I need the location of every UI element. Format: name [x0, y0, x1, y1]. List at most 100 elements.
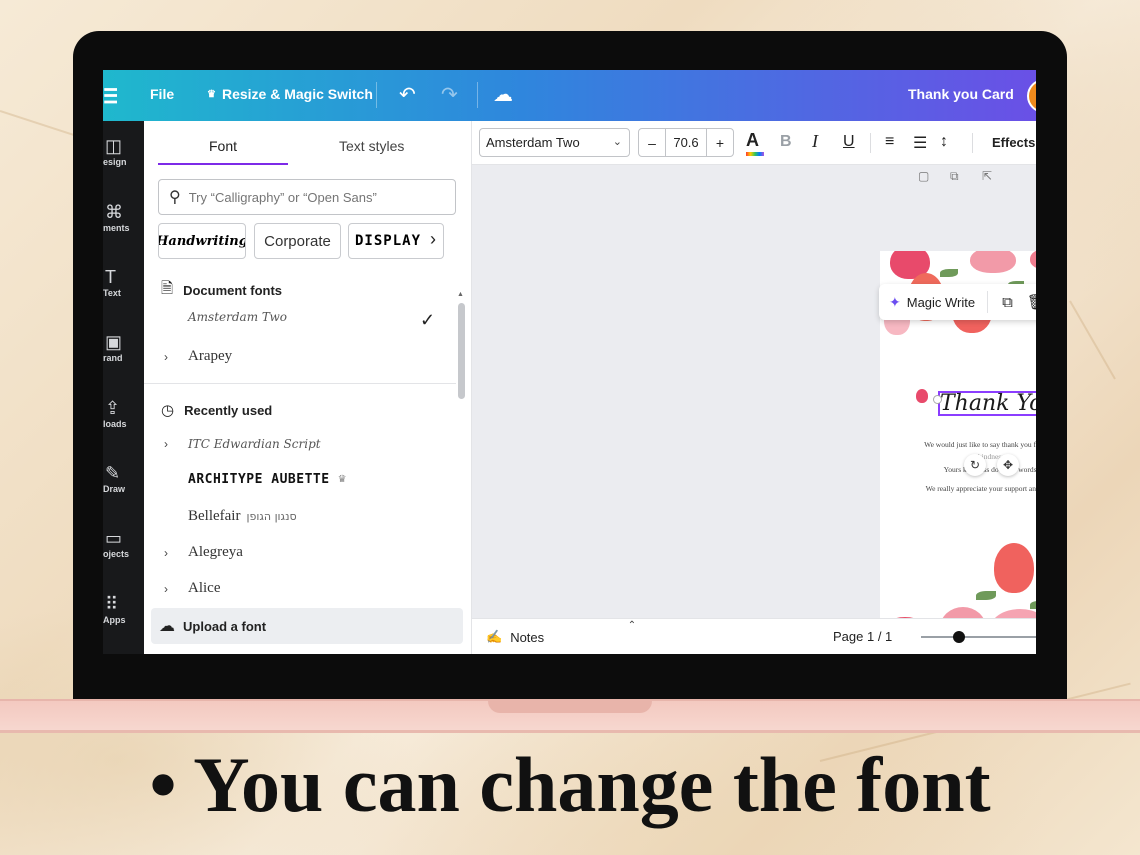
rotate-icon[interactable]: ↻: [964, 454, 986, 476]
leaf-decoration: [976, 591, 996, 600]
trash-icon[interactable]: 🗑: [1027, 293, 1036, 311]
rail-item-projects[interactable]: ▭ ojects: [103, 527, 144, 559]
font-size-stepper[interactable]: – 70.6 +: [638, 128, 734, 157]
underline-button[interactable]: U: [843, 133, 855, 151]
recently-used-label: Recently used: [184, 402, 273, 418]
rail-label: ments: [103, 223, 130, 233]
page-add-icon[interactable]: ⇱: [982, 169, 992, 183]
flower-decoration: [970, 251, 1016, 273]
increase-size-button[interactable]: +: [707, 135, 733, 151]
page-indicator[interactable]: Page 1 / 1: [833, 629, 892, 644]
upload-font-button[interactable]: ☁ Upload a font: [151, 608, 463, 644]
font-list-scrollbar[interactable]: ▲ ▼: [457, 291, 465, 649]
active-tab-indicator: [158, 163, 288, 165]
document-title[interactable]: Thank you Card: [908, 86, 1014, 102]
font-item-alegreya[interactable]: › Alegreya: [164, 544, 243, 561]
magic-write-button[interactable]: ✦ Magic Write: [879, 291, 989, 313]
laptop-notch: [488, 699, 652, 713]
font-family-value: Amsterdam Two: [486, 135, 580, 150]
list-icon[interactable]: ☰: [913, 133, 927, 153]
page-lock-icon[interactable]: ▢: [918, 169, 929, 183]
apps-grid-icon: ⠿: [105, 594, 119, 614]
rail-label: ojects: [103, 549, 130, 559]
font-search-box[interactable]: ⚲: [158, 179, 456, 215]
menu-icon[interactable]: ☰: [103, 84, 117, 109]
card-text-line[interactable]: We would just like to say thank you for …: [880, 440, 1036, 449]
text-toolbar: Amsterdam Two ⌄ – 70.6 + A B I U ≡ ☰ ↕ E…: [472, 121, 1036, 165]
flower-decoration: [916, 389, 928, 403]
design-icon: ◫: [105, 136, 123, 156]
document-fonts-heading: 🗎 Document fonts: [161, 278, 282, 303]
crown-icon: ♛: [337, 474, 347, 485]
flower-decoration: [1030, 251, 1036, 269]
magic-wand-icon: ✦: [889, 293, 901, 310]
cloud-upload-icon: ☁: [159, 618, 175, 635]
move-icon[interactable]: ✥: [997, 454, 1019, 476]
rail-item-elements[interactable]: ⌘ ments: [103, 201, 144, 233]
font-item-architype-aubette[interactable]: ARCHITYPE AUBETTE ♛: [164, 472, 347, 487]
rail-label: rand: [103, 353, 123, 363]
effects-button[interactable]: Effects: [992, 135, 1035, 150]
scroll-thumb[interactable]: [458, 303, 465, 399]
card-heading-selected[interactable]: Thank You: [938, 391, 1036, 416]
leaf-decoration: [940, 269, 958, 277]
rail-item-uploads[interactable]: ⇪ loads: [103, 397, 144, 429]
chevron-right-icon[interactable]: ›: [164, 582, 188, 596]
rail-item-brand[interactable]: ▣ rand: [103, 331, 144, 363]
font-name: Alice: [188, 580, 221, 596]
upload-font-label: Upload a font: [183, 618, 267, 634]
notes-button[interactable]: ✍ Notes: [486, 629, 544, 645]
notes-icon: ✍: [486, 629, 503, 644]
color-bar: [746, 152, 764, 156]
undo-icon[interactable]: ↶: [399, 82, 416, 107]
font-item-arapey[interactable]: › Arapey: [164, 348, 232, 365]
rail-item-apps[interactable]: ⠿ Apps: [103, 593, 144, 625]
resize-magic-switch-button[interactable]: ♛ Resize & Magic Switch: [207, 86, 373, 102]
italic-button[interactable]: I: [812, 131, 818, 152]
card-text-line[interactable]: We really appreciate your support and lo…: [880, 484, 1036, 493]
resize-handle[interactable]: [933, 395, 942, 404]
top-bar: ☰ File ♛ Resize & Magic Switch ↶ ↷ ☁ Tha…: [103, 70, 1036, 121]
rail-item-design[interactable]: ◫ esign: [103, 135, 144, 167]
font-name: ARCHITYPE AUBETTE: [188, 472, 330, 487]
file-menu[interactable]: File: [150, 86, 174, 102]
recently-used-heading: ◷ Recently used: [161, 401, 272, 419]
font-item-alice[interactable]: › Alice: [164, 580, 220, 597]
chevron-down-icon: ⌄: [612, 136, 622, 148]
zoom-slider[interactable]: [921, 636, 1036, 638]
chip-corporate[interactable]: Corporate: [254, 223, 341, 259]
font-item-amsterdam-two[interactable]: Amsterdam Two: [164, 310, 287, 324]
document-icon: 🗎: [161, 280, 174, 297]
font-item-edwardian-script[interactable]: › ITC Edwardian Script: [164, 437, 321, 451]
toolbar-divider: [376, 82, 377, 108]
tab-font[interactable]: Font: [209, 138, 237, 154]
align-icon[interactable]: ≡: [885, 133, 894, 151]
decrease-size-button[interactable]: –: [639, 135, 665, 151]
font-name: ITC Edwardian Script: [188, 437, 321, 451]
rail-label: loads: [103, 419, 127, 429]
avatar[interactable]: [1027, 79, 1036, 113]
text-color-button[interactable]: A: [746, 130, 764, 156]
rail-item-text[interactable]: T Text: [103, 266, 144, 298]
chip-handwriting[interactable]: Handwriting: [158, 223, 246, 259]
spacing-icon[interactable]: ↕: [940, 133, 948, 151]
font-size-input[interactable]: 70.6: [665, 129, 707, 156]
chevron-right-icon[interactable]: ›: [164, 546, 188, 560]
tab-text-styles[interactable]: Text styles: [339, 138, 404, 154]
font-family-select[interactable]: Amsterdam Two ⌄: [479, 128, 630, 157]
chevron-right-icon[interactable]: ›: [164, 437, 188, 451]
zoom-slider-handle[interactable]: [953, 631, 965, 643]
duplicate-icon[interactable]: ⧉: [1002, 294, 1013, 311]
rail-item-draw[interactable]: ✎ Draw: [103, 462, 144, 494]
chevron-right-icon[interactable]: ›: [430, 229, 436, 250]
bold-button[interactable]: B: [780, 133, 792, 151]
redo-icon[interactable]: ↷: [441, 82, 458, 107]
page-duplicate-icon[interactable]: ⧉: [950, 169, 959, 184]
cloud-save-icon[interactable]: ☁: [493, 82, 513, 107]
scroll-up-icon[interactable]: ▲: [457, 291, 464, 298]
expand-pages-tab[interactable]: ⌃: [600, 620, 664, 634]
chevron-right-icon[interactable]: ›: [164, 350, 188, 364]
font-item-bellefair[interactable]: Bellefair סנגון הגופן: [164, 508, 297, 525]
rail-label: esign: [103, 157, 127, 167]
font-search-input[interactable]: [188, 189, 439, 205]
